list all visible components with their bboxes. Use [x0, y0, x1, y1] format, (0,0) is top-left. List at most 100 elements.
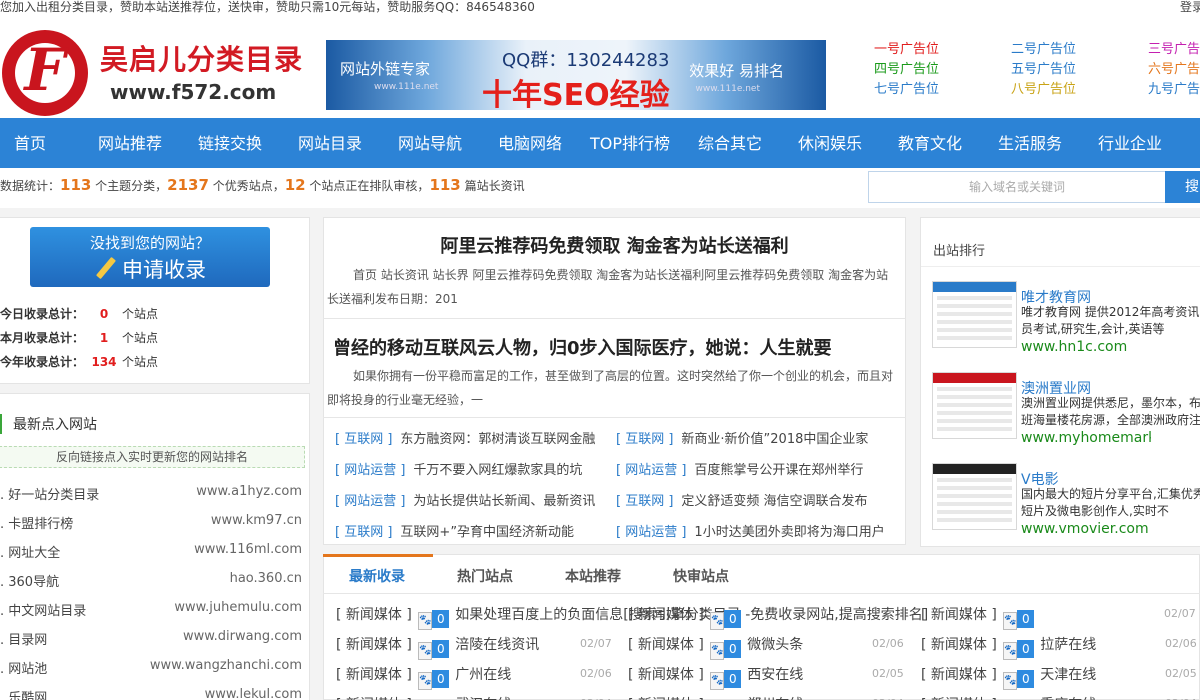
nav-item-12[interactable]: 行业企业: [1098, 118, 1162, 168]
count-row: 今年收录总计： 134 个站点: [0, 353, 158, 370]
ad-slot-1[interactable]: 一号广告位: [874, 38, 939, 57]
banner-left-line2: www.111e.net: [374, 82, 439, 92]
rank-badge: 0: [724, 670, 742, 688]
listing-category[interactable]: [ 新闻媒体 ]: [336, 667, 412, 683]
recent-site-item[interactable]: . 网址大全 www.116ml.com: [0, 542, 302, 561]
outbound-site-url[interactable]: www.hn1c.com: [1021, 339, 1151, 355]
site-thumbnail[interactable]: [932, 281, 1017, 348]
news-category[interactable]: [ 网站运营 ]: [616, 463, 686, 478]
recent-site-url: www.km97.cn: [210, 513, 302, 528]
news-category[interactable]: [ 网站运营 ]: [335, 463, 405, 478]
ad-slot-7[interactable]: 七号广告位: [874, 78, 939, 97]
news-item[interactable]: [ 互联网 ] 东方融资网：郭树清谈互联网金融: [335, 428, 607, 447]
tab-1[interactable]: 最新收录: [349, 566, 405, 586]
rank-badge: 0: [432, 670, 450, 688]
news-item[interactable]: [ 互联网 ] 定义舒适变频 海信空调联合发布: [616, 490, 888, 509]
listing-item[interactable]: [ 新闻媒体 ] 🐾 0 微微头条 02/06: [628, 634, 904, 660]
news-category[interactable]: [ 网站运营 ]: [616, 525, 686, 540]
ad-slot-6[interactable]: 六号广告位: [1148, 58, 1200, 77]
listing-item[interactable]: [ 新闻媒体 ] 🐾 0: [628, 604, 747, 630]
listing-item[interactable]: [ 新闻媒体 ] 🐾0武汉在线02/04: [336, 694, 612, 700]
listing-category[interactable]: [ 新闻媒体 ]: [336, 607, 412, 623]
listing-item[interactable]: [ 新闻媒体 ] 🐾 0 天津在线 02/05: [921, 664, 1197, 690]
recent-site-item[interactable]: . 360导航 hao.360.cn: [0, 571, 302, 590]
nav-item-1[interactable]: 首页: [14, 118, 46, 168]
news-category[interactable]: [ 互联网 ]: [616, 432, 673, 447]
recent-site-item[interactable]: . 目录网 www.dirwang.com: [0, 629, 302, 648]
outbound-site-url[interactable]: www.myhomemarket.com: [1021, 430, 1151, 446]
news-item[interactable]: [ 网站运营 ] 为站长提供站长新闻、最新资讯: [335, 490, 607, 509]
recent-site-url: hao.360.cn: [229, 571, 302, 586]
recent-site-item[interactable]: . 中文网站目录 www.juhemulu.com: [0, 600, 302, 619]
apply-listing-button[interactable]: 没找到您的网站？ 申请收录: [30, 227, 270, 287]
ad-slot-3[interactable]: 三号广告位: [1148, 38, 1200, 57]
headline-article-2[interactable]: 曾经的移动互联风云人物，归0步入国际医疗，她说：人生就要: [333, 334, 895, 360]
ad-slot-2[interactable]: 二号广告位: [1011, 38, 1076, 57]
nav-item-6[interactable]: 电脑网络: [498, 118, 562, 168]
count-label: 今年收录总计：: [0, 355, 85, 369]
nav-item-4[interactable]: 网站目录: [298, 118, 362, 168]
nav-item-5[interactable]: 网站导航: [398, 118, 462, 168]
seo-banner-ad[interactable]: 网站外链专家 www.111e.net QQ群：130244283 十年SEO经…: [326, 40, 826, 110]
listing-item[interactable]: [ 新闻媒体 ] 🐾 0 涪陵在线资讯 02/07: [336, 634, 612, 660]
listing-category[interactable]: [ 新闻媒体 ]: [921, 607, 997, 623]
search-button[interactable]: 搜: [1165, 171, 1200, 203]
nav-item-2[interactable]: 网站推荐: [98, 118, 162, 168]
news-category[interactable]: [ 互联网 ]: [335, 525, 392, 540]
ad-slot-4[interactable]: 四号广告位: [874, 58, 939, 77]
listing-item[interactable]: [ 新闻媒体 ] 🐾0重庆在线02/04: [921, 694, 1197, 700]
listing-category[interactable]: [ 新闻媒体 ]: [628, 637, 704, 653]
outbound-site-desc: 短片及微电影创作人,实时不: [1021, 504, 1169, 518]
section-accent-bar: [0, 414, 2, 434]
recent-site-item[interactable]: . 乐酷网 www.lekul.com: [0, 687, 302, 700]
recent-site-name: . 网址大全: [0, 546, 61, 561]
site-logo[interactable]: F 吴启儿分类目录 www.f572.com: [0, 28, 302, 118]
rank-badge: 0: [724, 640, 742, 658]
tab-4[interactable]: 快审站点: [673, 566, 729, 586]
nav-item-9[interactable]: 休闲娱乐: [798, 118, 862, 168]
tab-2[interactable]: 热门站点: [457, 566, 513, 586]
site-thumbnail[interactable]: [932, 463, 1017, 530]
recent-site-item[interactable]: . 好一站分类目录 www.a1hyz.com: [0, 484, 302, 503]
ad-slot-8[interactable]: 八号广告位: [1011, 78, 1076, 97]
listing-item[interactable]: [ 新闻媒体 ] 🐾 0 广州在线 02/06: [336, 664, 612, 690]
news-item[interactable]: [ 互联网 ] 新商业·新价值”2018中国企业家: [616, 428, 888, 447]
count-unit: 个站点: [122, 307, 159, 321]
ad-slot-9[interactable]: 九号广告位: [1148, 78, 1200, 97]
recent-site-item[interactable]: . 网站池 www.wangzhanchi.com: [0, 658, 302, 677]
news-title: 1小时达美团外卖即将为海口用户: [694, 525, 885, 540]
login-link[interactable]: 登录: [1180, 0, 1200, 14]
listing-category[interactable]: [ 新闻媒体 ]: [921, 637, 997, 653]
ad-slot-5[interactable]: 五号广告位: [1011, 58, 1076, 77]
news-item[interactable]: [ 网站运营 ] 千万不要入网红爆款家具的坑: [335, 459, 607, 478]
news-item[interactable]: [ 网站运营 ] 百度熊掌号公开课在郑州举行: [616, 459, 888, 478]
nav-item-10[interactable]: 教育文化: [898, 118, 962, 168]
news-item[interactable]: [ 互联网 ] 互联网+”孕育中国经济新动能: [335, 521, 607, 540]
nav-item-11[interactable]: 生活服务: [998, 118, 1062, 168]
news-category[interactable]: [ 互联网 ]: [335, 432, 392, 447]
listing-item[interactable]: [ 新闻媒体 ] 🐾 0 西安在线 02/05: [628, 664, 904, 690]
nav-item-3[interactable]: 链接交换: [198, 118, 262, 168]
headline-article-1[interactable]: 阿里云推荐码免费领取 淘金客为站长送福利: [323, 232, 906, 258]
news-title: 百度熊掌号公开课在郑州举行: [694, 463, 864, 478]
news-category[interactable]: [ 网站运营 ]: [335, 494, 405, 509]
search-input[interactable]: 输入域名或关键词: [868, 171, 1166, 203]
divider: [323, 318, 906, 319]
nav-item-8[interactable]: 综合其它: [698, 118, 762, 168]
listing-category[interactable]: [ 新闻媒体 ]: [628, 607, 704, 623]
news-item[interactable]: [ 网站运营 ] 1小时达美团外卖即将为海口用户: [616, 521, 888, 540]
site-thumbnail[interactable]: [932, 372, 1017, 439]
listing-item[interactable]: [ 新闻媒体 ] 🐾 0: [921, 604, 1040, 630]
listing-category[interactable]: [ 新闻媒体 ]: [628, 667, 704, 683]
rank-badge: 0: [1017, 670, 1035, 688]
tab-3[interactable]: 本站推荐: [565, 566, 621, 586]
listing-item[interactable]: [ 新闻媒体 ] 🐾 0 拉萨在线 02/06: [921, 634, 1197, 660]
news-category[interactable]: [ 互联网 ]: [616, 494, 673, 509]
listing-category[interactable]: [ 新闻媒体 ]: [336, 637, 412, 653]
listing-item[interactable]: [ 新闻媒体 ] 🐾0郑州在线02/04: [628, 694, 904, 700]
outbound-site-url[interactable]: www.vmovier.com: [1021, 521, 1151, 537]
nav-item-7[interactable]: TOP排行榜: [590, 118, 670, 168]
recent-site-item[interactable]: . 卡盟排行榜 www.km97.cn: [0, 513, 302, 532]
listing-category[interactable]: [ 新闻媒体 ]: [921, 667, 997, 683]
paw-icon: 🐾: [418, 612, 433, 630]
